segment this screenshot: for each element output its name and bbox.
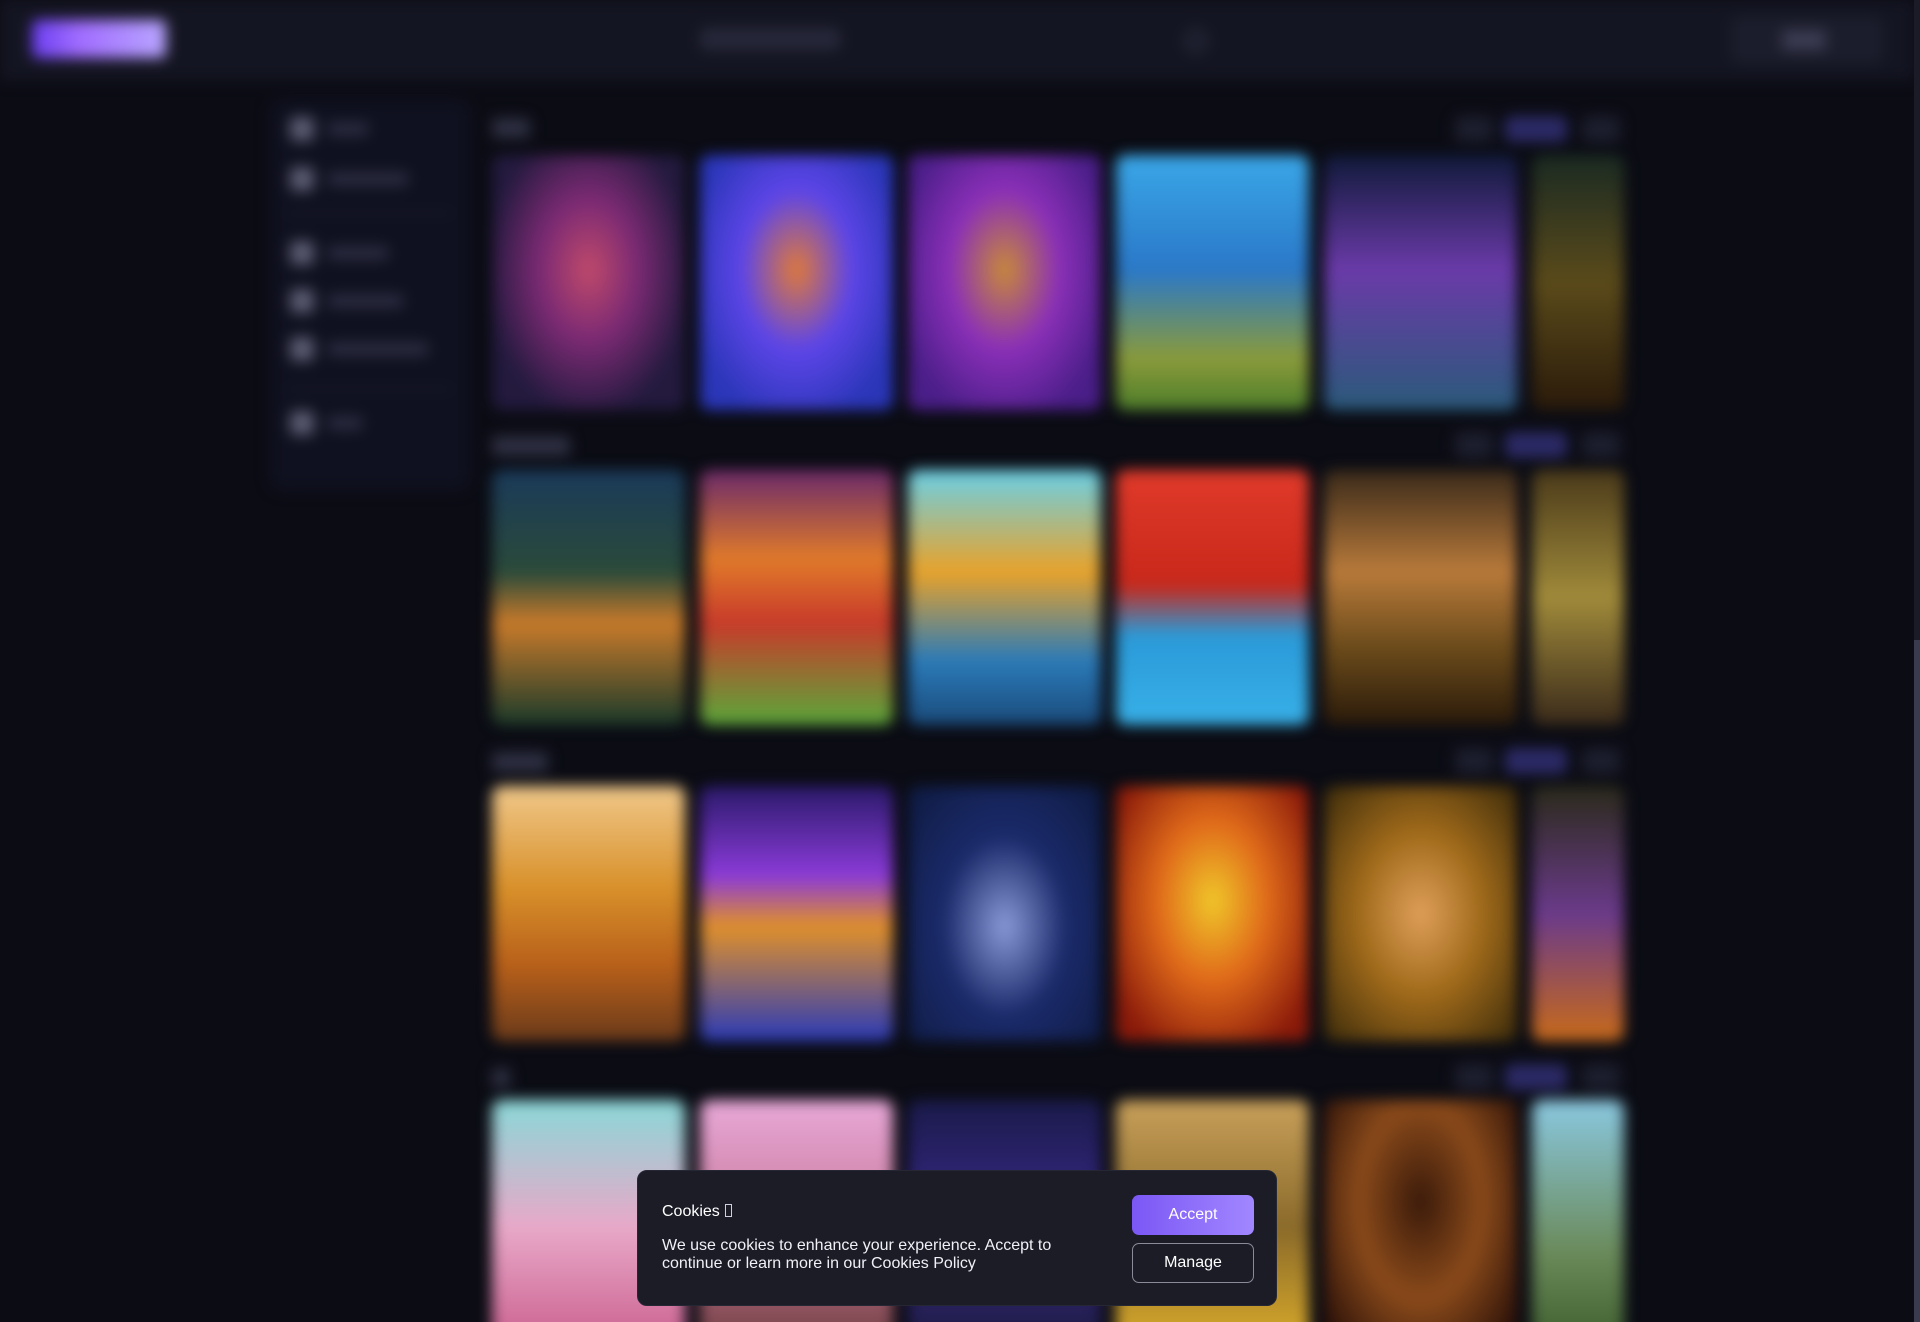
sidebar-divider [284,388,454,390]
casino-icon [290,241,314,265]
sidebar-item-casino[interactable] [290,240,388,266]
row-prev-button[interactable] [1455,116,1493,142]
game-tile[interactable] [1532,786,1624,1041]
live-icon [290,337,314,361]
cookie-title-text: Cookies [662,1203,720,1220]
game-tile[interactable] [492,470,685,725]
game-tile[interactable] [1324,786,1517,1041]
cookie-dialog-title: Cookies [662,1203,732,1221]
accept-button[interactable]: Accept [1132,1195,1254,1235]
sidebar-item-recent[interactable] [290,166,408,192]
blurred-background [0,0,1920,1322]
row-prev-button[interactable] [1455,1064,1493,1090]
account-button[interactable] [1782,30,1826,50]
sidebar-divider [284,212,454,214]
recent-icon [290,167,314,191]
game-tile[interactable] [492,155,685,410]
scrollbar-thumb[interactable] [1914,640,1920,1322]
game-tile[interactable] [1532,155,1624,410]
game-tile[interactable] [1532,1100,1624,1322]
row-next-button[interactable] [1582,432,1620,458]
row-prev-button[interactable] [1455,432,1493,458]
row-title [492,436,570,456]
game-tile[interactable] [1116,470,1309,725]
game-tile[interactable] [700,155,893,410]
promo-icon [290,411,314,435]
sidebar-item-promo[interactable] [290,410,362,436]
game-tile[interactable] [908,786,1101,1041]
brand-logo[interactable] [32,20,166,58]
game-tile[interactable] [700,470,893,725]
home-icon [290,117,314,141]
slots-icon [290,289,314,313]
row-prev-button[interactable] [1455,748,1493,774]
game-tile[interactable] [1324,155,1517,410]
row-title [492,1068,510,1088]
game-tile[interactable] [700,786,893,1041]
search-icon[interactable] [1185,30,1207,52]
sidebar-item-live[interactable] [290,336,428,362]
manage-button[interactable]: Manage [1132,1243,1254,1283]
game-tile[interactable] [908,470,1101,725]
sidebar [270,100,470,490]
game-tile[interactable] [1116,786,1309,1041]
cookie-dialog-message: We use cookies to enhance your experienc… [662,1237,1052,1272]
row-next-button[interactable] [1582,116,1620,142]
sidebar-item-slots[interactable] [290,288,403,314]
top-bar [0,0,1914,80]
row-title [492,118,530,138]
row-title [492,752,548,772]
sidebar-item-home[interactable] [290,116,368,142]
row-see-all-link[interactable] [1505,1064,1567,1090]
cookie-icon [724,1204,732,1217]
row-see-all-link[interactable] [1505,748,1567,774]
search-input[interactable] [700,28,840,50]
game-tile[interactable] [1324,1100,1517,1322]
page: Cookies We use cookies to enhance your e… [0,0,1920,1322]
row-see-all-link[interactable] [1505,432,1567,458]
game-tile[interactable] [908,155,1101,410]
game-tile[interactable] [1116,155,1309,410]
row-see-all-link[interactable] [1505,116,1567,142]
game-tile[interactable] [1532,470,1624,725]
game-tile[interactable] [492,786,685,1041]
cookie-consent-dialog: Cookies We use cookies to enhance your e… [637,1170,1277,1306]
row-next-button[interactable] [1582,748,1620,774]
row-next-button[interactable] [1582,1064,1620,1090]
game-tile[interactable] [1324,470,1517,725]
